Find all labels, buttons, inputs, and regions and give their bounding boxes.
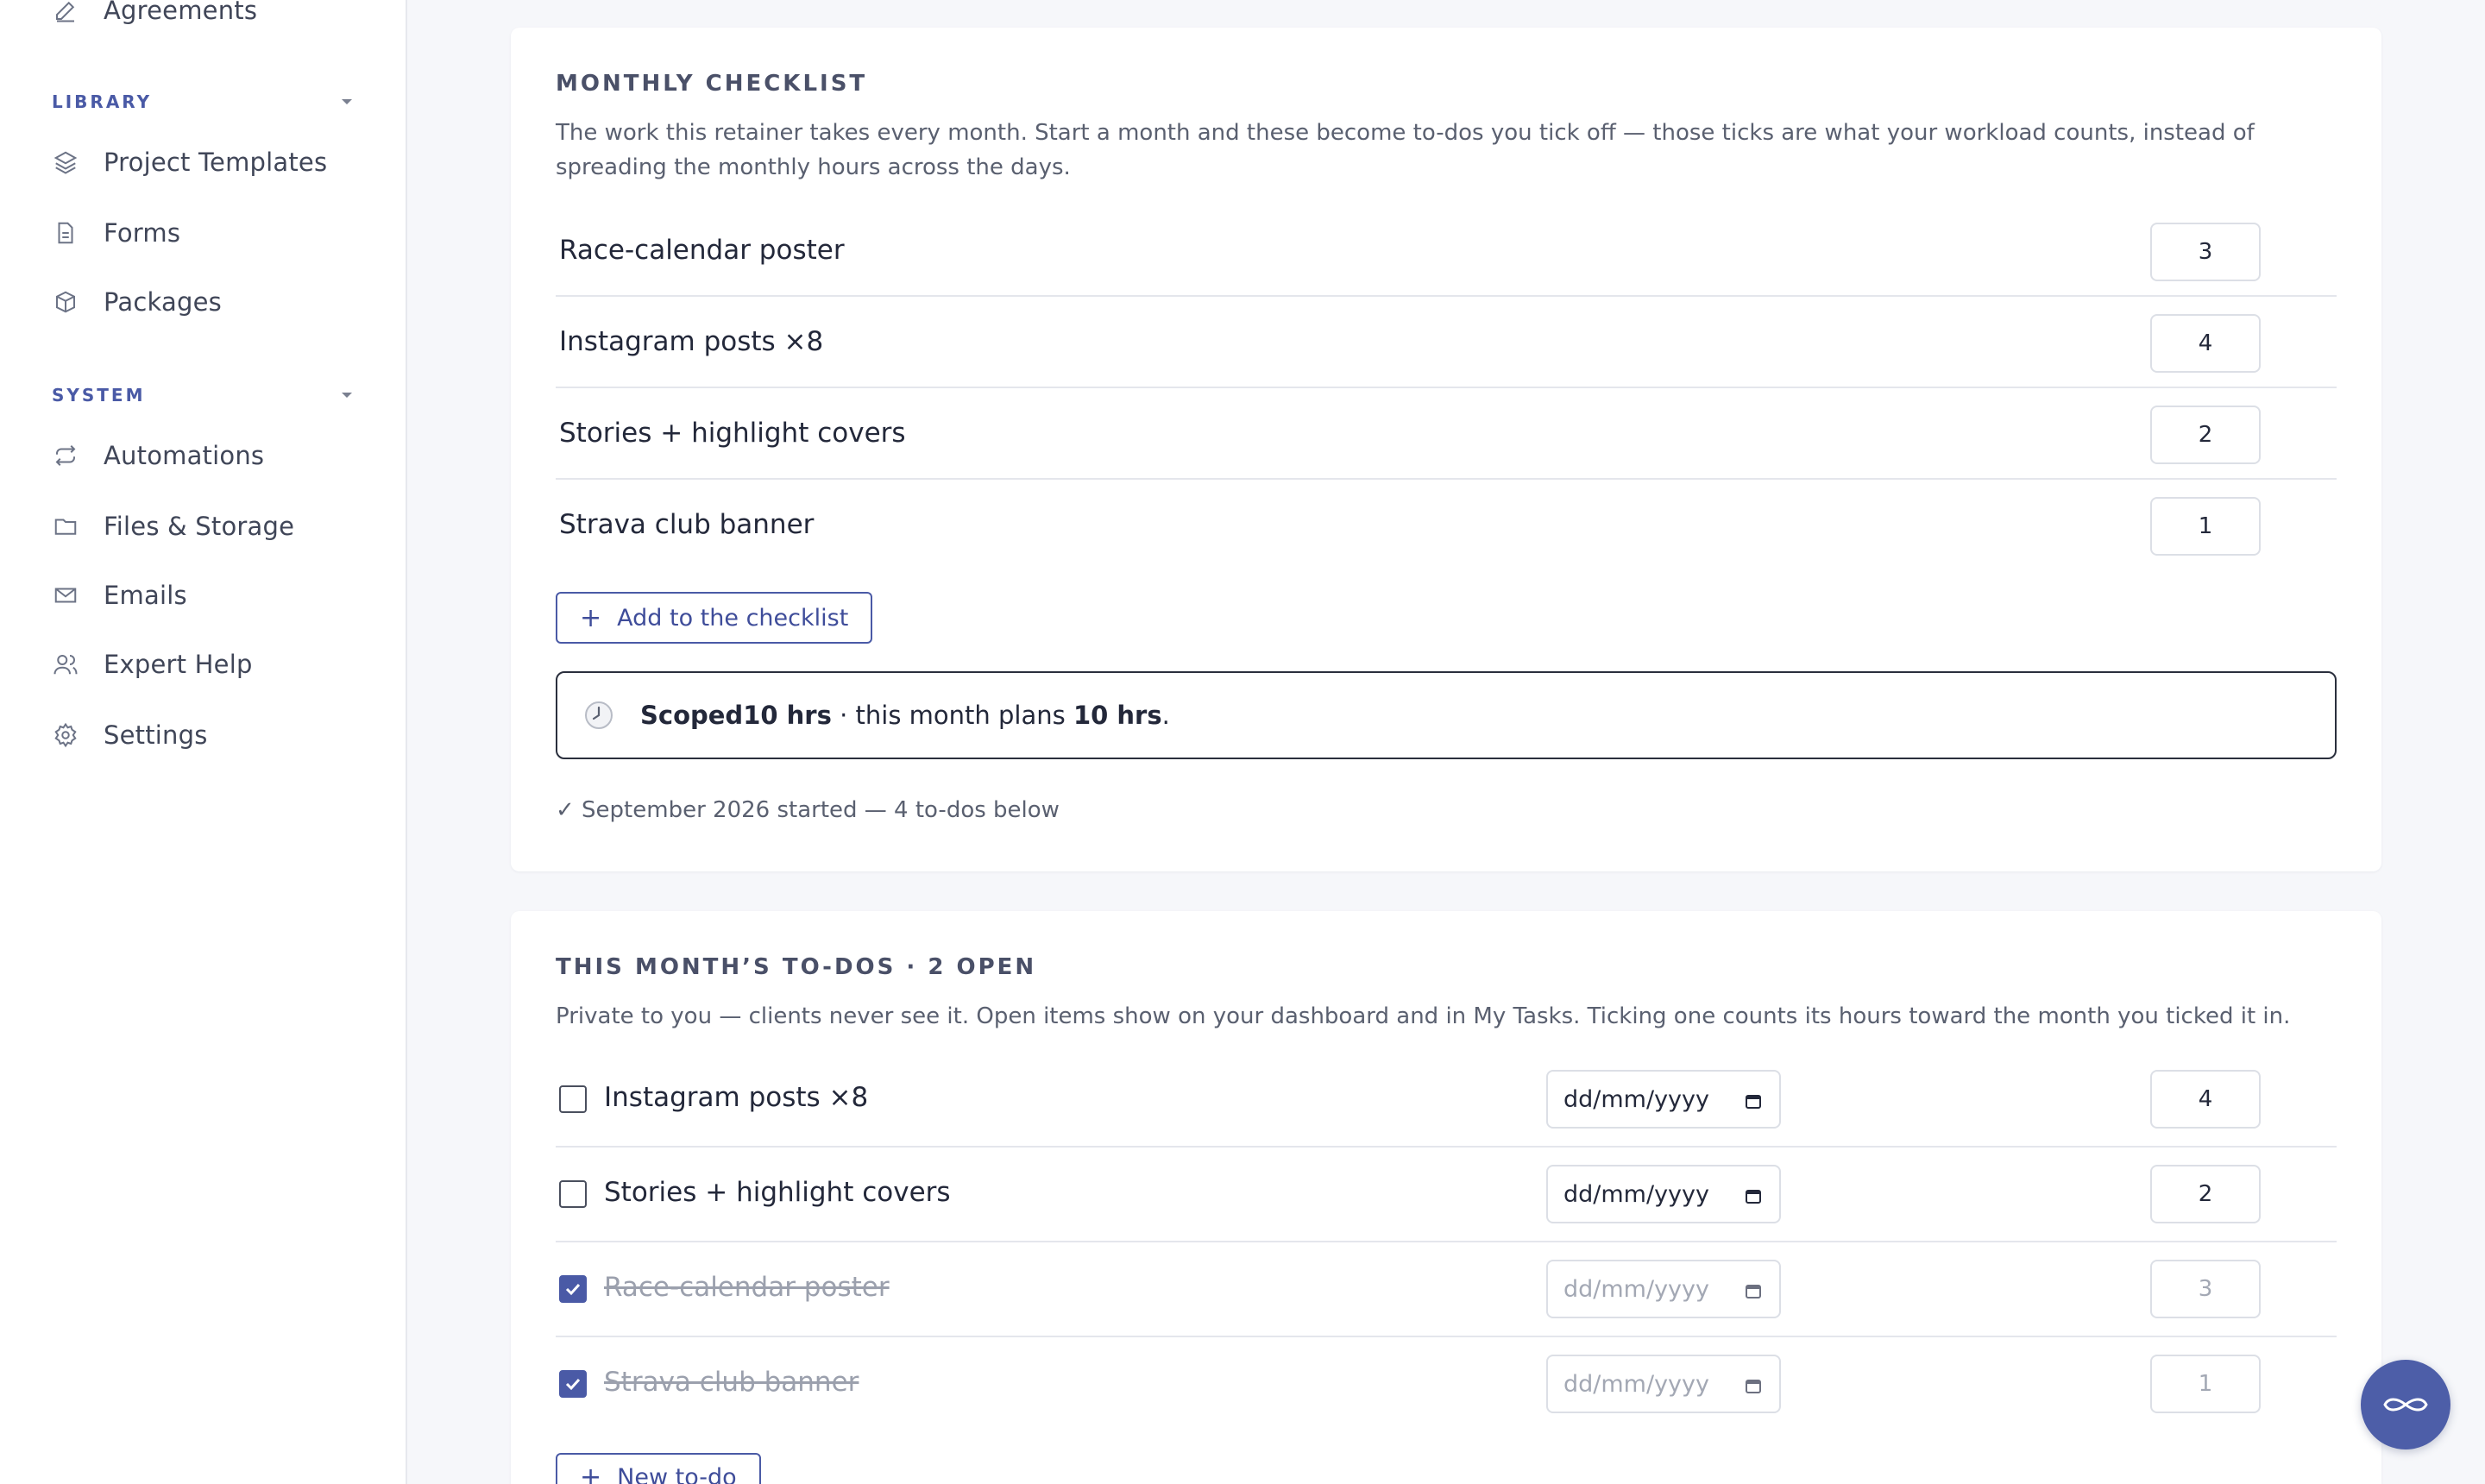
- due-date-input[interactable]: dd/mm/yyyy: [1546, 1260, 1781, 1318]
- sidebar-item-label: Project Templates: [104, 148, 328, 177]
- infinity-icon: [2383, 1398, 2428, 1412]
- hours-input[interactable]: 1: [2150, 1355, 2261, 1413]
- scoped-summary: Scoped 10 hrs · this month plans 10 hrs.: [556, 671, 2337, 759]
- todos-title: THIS MONTH’S TO-DOS · 2 OPEN: [556, 954, 1037, 980]
- sidebar-item-project-templates[interactable]: Project Templates: [52, 136, 362, 188]
- sidebar-item-label: Forms: [104, 218, 181, 248]
- users-icon: [52, 651, 79, 678]
- due-date-input[interactable]: dd/mm/yyyy: [1546, 1165, 1781, 1223]
- checklist-description: The work this retainer takes every month…: [556, 120, 2255, 180]
- calendar-icon[interactable]: [1745, 1282, 1762, 1299]
- todos-description: Private to you — clients never see it. O…: [556, 1003, 2291, 1029]
- checklist-item-name: Instagram posts ×8: [559, 326, 824, 357]
- system-heading: SYSTEM: [52, 385, 146, 406]
- assistant-fab-button[interactable]: [2361, 1360, 2450, 1449]
- plus-icon: +: [580, 1462, 602, 1484]
- add-to-checklist-label: Add to the checklist: [617, 604, 849, 632]
- hours-input[interactable]: 4: [2150, 1070, 2261, 1129]
- document-icon: [52, 219, 79, 247]
- checklist-item-name: Race-calendar poster: [559, 235, 845, 266]
- checklist-row: Strava club banner 1: [556, 480, 2337, 571]
- mail-icon: [52, 582, 79, 609]
- calendar-icon[interactable]: [1745, 1092, 1762, 1110]
- planned-hours: 10 hrs: [1073, 701, 1162, 730]
- todo-name: Race-calendar poster: [604, 1272, 890, 1303]
- library-heading: LIBRARY: [52, 91, 153, 112]
- calendar-icon[interactable]: [1745, 1377, 1762, 1394]
- due-date-input[interactable]: dd/mm/yyyy: [1546, 1070, 1781, 1129]
- hours-input[interactable]: 2: [2150, 406, 2261, 464]
- checkmark-icon: [565, 1283, 581, 1296]
- scoped-hours: 10 hrs: [743, 701, 832, 730]
- hours-input[interactable]: 2: [2150, 1165, 2261, 1223]
- todo-name: Stories + highlight covers: [604, 1177, 951, 1208]
- todo-checkbox[interactable]: [559, 1180, 587, 1208]
- sidebar-item-label: Settings: [104, 720, 208, 750]
- checklist-title: MONTHLY CHECKLIST: [556, 71, 868, 97]
- todo-checkbox[interactable]: [559, 1275, 587, 1303]
- month-started-note: ✓ September 2026 started — 4 to-dos belo…: [556, 797, 1060, 823]
- sidebar-item-label: Agreements: [104, 0, 258, 25]
- sidebar-item-settings[interactable]: Settings: [52, 709, 362, 761]
- sidebar-item-label: Automations: [104, 441, 265, 470]
- todo-row: Strava club banner dd/mm/yyyy 1: [556, 1337, 2337, 1432]
- sidebar-item-expert-help[interactable]: Expert Help: [52, 638, 362, 690]
- sidebar-item-label: Emails: [104, 581, 187, 610]
- date-placeholder: dd/mm/yyyy: [1563, 1180, 1709, 1208]
- refresh-icon: [52, 442, 79, 469]
- checklist-row: Stories + highlight covers 2: [556, 388, 2337, 480]
- add-to-checklist-button[interactable]: + Add to the checklist: [556, 592, 873, 644]
- date-placeholder: dd/mm/yyyy: [1563, 1370, 1709, 1398]
- hours-input[interactable]: 4: [2150, 314, 2261, 373]
- chevron-down-icon: [342, 393, 352, 398]
- box-icon: [52, 288, 79, 316]
- library-section-toggle[interactable]: LIBRARY: [52, 89, 352, 115]
- todo-checkbox[interactable]: [559, 1085, 587, 1113]
- plus-icon: +: [580, 602, 602, 633]
- date-placeholder: dd/mm/yyyy: [1563, 1275, 1709, 1303]
- scoped-prefix: Scoped: [640, 701, 744, 730]
- sidebar-item-emails[interactable]: Emails: [52, 569, 362, 621]
- system-section-toggle[interactable]: SYSTEM: [52, 382, 352, 408]
- todo-checkbox[interactable]: [559, 1370, 587, 1398]
- checkmark-icon: [565, 1378, 581, 1391]
- hours-input[interactable]: 3: [2150, 223, 2261, 281]
- sidebar-item-automations[interactable]: Automations: [52, 430, 362, 481]
- todo-row: Instagram posts ×8 dd/mm/yyyy 4: [556, 1053, 2337, 1148]
- date-placeholder: dd/mm/yyyy: [1563, 1085, 1709, 1113]
- layers-icon: [52, 148, 79, 176]
- checklist-row: Race-calendar poster 3: [556, 205, 2337, 297]
- new-todo-label: New to-do: [617, 1463, 737, 1484]
- sidebar-item-label: Packages: [104, 287, 222, 317]
- hours-input[interactable]: 1: [2150, 497, 2261, 556]
- scoped-suffix: .: [1161, 701, 1170, 730]
- new-todo-button[interactable]: + New to-do: [556, 1453, 761, 1484]
- due-date-input[interactable]: dd/mm/yyyy: [1546, 1355, 1781, 1413]
- chevron-down-icon: [342, 99, 352, 104]
- sidebar-item-label: Files & Storage: [104, 512, 295, 541]
- scoped-middle: · this month plans: [831, 701, 1073, 730]
- clock-icon: [585, 701, 613, 729]
- checklist-item-name: Stories + highlight covers: [559, 418, 906, 449]
- sidebar-item-agreements[interactable]: Agreements: [52, 0, 362, 36]
- sidebar: Agreements LIBRARY Project Templates For…: [0, 0, 407, 1484]
- calendar-icon[interactable]: [1745, 1187, 1762, 1204]
- todo-name: Strava club banner: [604, 1367, 859, 1398]
- todos-card: THIS MONTH’S TO-DOS · 2 OPEN Private to …: [511, 911, 2381, 1484]
- gear-icon: [52, 721, 79, 749]
- checklist-item-name: Strava club banner: [559, 509, 815, 540]
- sidebar-item-label: Expert Help: [104, 650, 253, 679]
- todo-name: Instagram posts ×8: [604, 1082, 869, 1113]
- pencil-icon: [52, 0, 79, 24]
- checklist-row: Instagram posts ×8 4: [556, 297, 2337, 388]
- sidebar-item-packages[interactable]: Packages: [52, 276, 362, 328]
- todo-row: Race-calendar poster dd/mm/yyyy 3: [556, 1242, 2337, 1337]
- monthly-checklist-card: MONTHLY CHECKLIST The work this retainer…: [511, 28, 2381, 871]
- hours-input[interactable]: 3: [2150, 1260, 2261, 1318]
- sidebar-item-forms[interactable]: Forms: [52, 207, 362, 259]
- sidebar-item-files-storage[interactable]: Files & Storage: [52, 500, 362, 552]
- todo-row: Stories + highlight covers dd/mm/yyyy 2: [556, 1148, 2337, 1242]
- folder-icon: [52, 512, 79, 540]
